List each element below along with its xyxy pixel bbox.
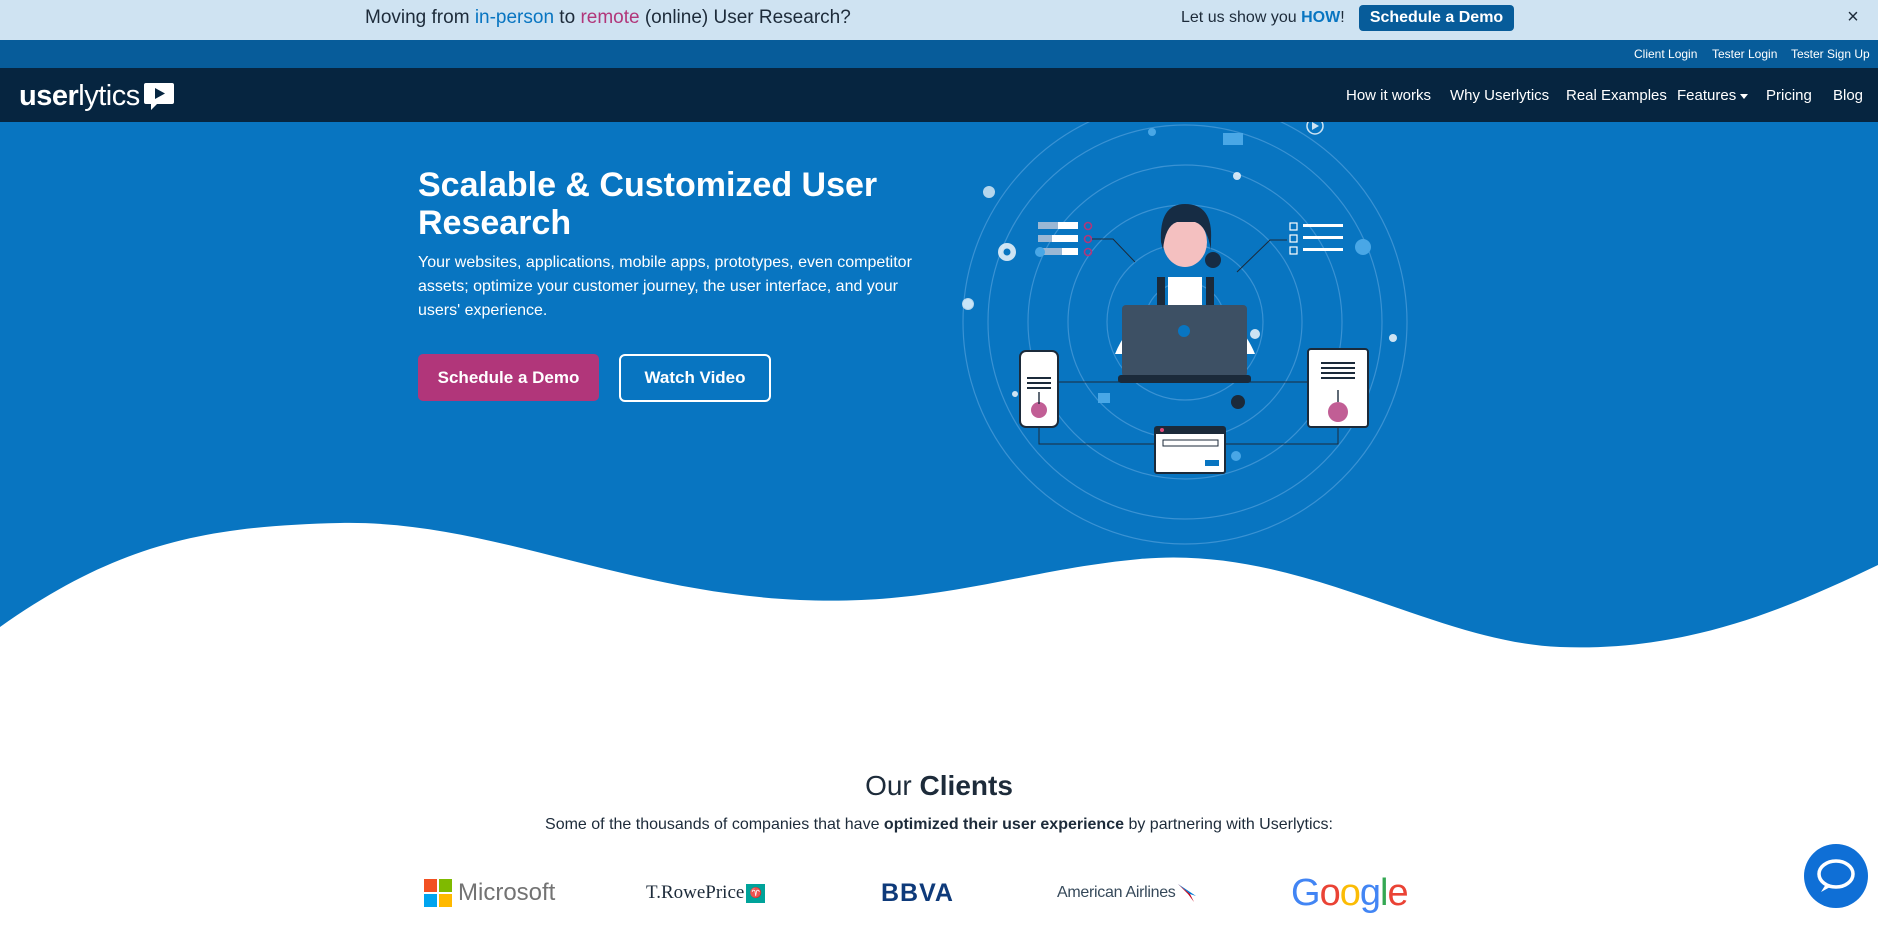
remote-highlight: remote <box>580 7 640 28</box>
main-nav: userlytics How it works Why Userlytics R… <box>0 68 1878 122</box>
microsoft-logo: Microsoft <box>424 868 555 918</box>
nav-why-userlytics[interactable]: Why Userlytics <box>1450 87 1549 104</box>
tester-login-link[interactable]: Tester Login <box>1712 47 1777 61</box>
tester-signup-link[interactable]: Tester Sign Up <box>1791 47 1870 61</box>
let-us-text: Let us show you <box>1181 9 1302 26</box>
nav-how-it-works[interactable]: How it works <box>1346 87 1431 104</box>
userlytics-logo[interactable]: userlytics <box>19 80 175 113</box>
announcement-bar: Moving from in-person to remote (online)… <box>0 0 1878 40</box>
logo-play-icon <box>143 82 174 110</box>
clients-subtitle: Some of the thousands of companies that … <box>0 816 1878 834</box>
in-person-highlight: in-person <box>474 7 555 28</box>
clients-title: Our Clients <box>0 770 1878 802</box>
ms-square <box>424 879 437 892</box>
ms-square <box>439 894 452 907</box>
clients-title-bold: Clients <box>919 770 1013 801</box>
google-letter: l <box>1379 871 1389 914</box>
client-login-link[interactable]: Client Login <box>1634 47 1697 61</box>
announcement-text: to <box>554 7 581 28</box>
announcement-schedule-demo-button[interactable]: Schedule a Demo <box>1359 5 1514 31</box>
trowe-price-wordmark: T.RowePrice <box>646 882 745 903</box>
nav-features[interactable]: Features <box>1677 87 1749 104</box>
bbva-logo: BBVA <box>881 868 954 918</box>
announcement-how-text: Let us show you HOW! <box>1181 9 1345 27</box>
announcement-text: (online) User Research? <box>639 7 851 28</box>
american-airlines-logo: American Airlines <box>1057 868 1198 918</box>
exclaim-text: ! <box>1340 9 1345 26</box>
nav-blog[interactable]: Blog <box>1833 87 1863 104</box>
nav-real-examples[interactable]: Real Examples <box>1566 87 1667 104</box>
google-letter: e <box>1387 871 1408 914</box>
microsoft-grid-icon <box>424 879 452 907</box>
logo-wordmark: userlytics <box>19 80 140 113</box>
clients-sub-text: Some of the thousands of companies that … <box>545 816 884 833</box>
bbva-wordmark: BBVA <box>881 878 954 907</box>
clients-sub-text: by partnering with Userlytics: <box>1124 816 1333 833</box>
google-letter: o <box>1319 871 1341 914</box>
close-icon[interactable]: × <box>1843 5 1863 29</box>
bighorn-sheep-icon: ♈ <box>746 883 766 903</box>
google-letter: o <box>1339 871 1361 914</box>
announcement-text: Moving from <box>365 7 475 28</box>
trowe-price-logo: T.RowePrice ♈ <box>646 868 766 918</box>
how-link[interactable]: HOW <box>1301 9 1340 26</box>
flight-symbol-icon <box>1177 884 1196 902</box>
chat-widget-button[interactable] <box>1804 844 1868 908</box>
google-letter: G <box>1291 871 1321 914</box>
clients-title-prefix: Our <box>865 770 920 801</box>
utility-bar: Client Login Tester Login Tester Sign Up <box>0 40 1878 68</box>
client-logos: Microsoft T.RowePrice ♈ BBVA American Ai… <box>0 868 1878 918</box>
google-letter: g <box>1359 871 1381 914</box>
hero-wave-divider <box>0 522 1878 682</box>
announcement-message: Moving from in-person to remote (online)… <box>365 7 851 29</box>
nav-features-label: Features <box>1677 87 1737 104</box>
ms-square <box>424 894 437 907</box>
hero-section: Scalable & Customized User Research Your… <box>0 122 1878 682</box>
logo-wordmark-light: lytics <box>78 79 140 112</box>
clients-sub-bold: optimized their user experience <box>883 816 1124 833</box>
american-airlines-wordmark: American Airlines <box>1057 884 1176 901</box>
microsoft-wordmark: Microsoft <box>458 879 556 906</box>
chat-bubble-icon <box>1817 859 1855 892</box>
ms-square <box>439 879 452 892</box>
logo-wordmark-bold: user <box>19 79 79 112</box>
chevron-down-icon <box>1740 93 1749 99</box>
nav-pricing[interactable]: Pricing <box>1766 87 1812 104</box>
google-logo: Google <box>1291 868 1409 918</box>
